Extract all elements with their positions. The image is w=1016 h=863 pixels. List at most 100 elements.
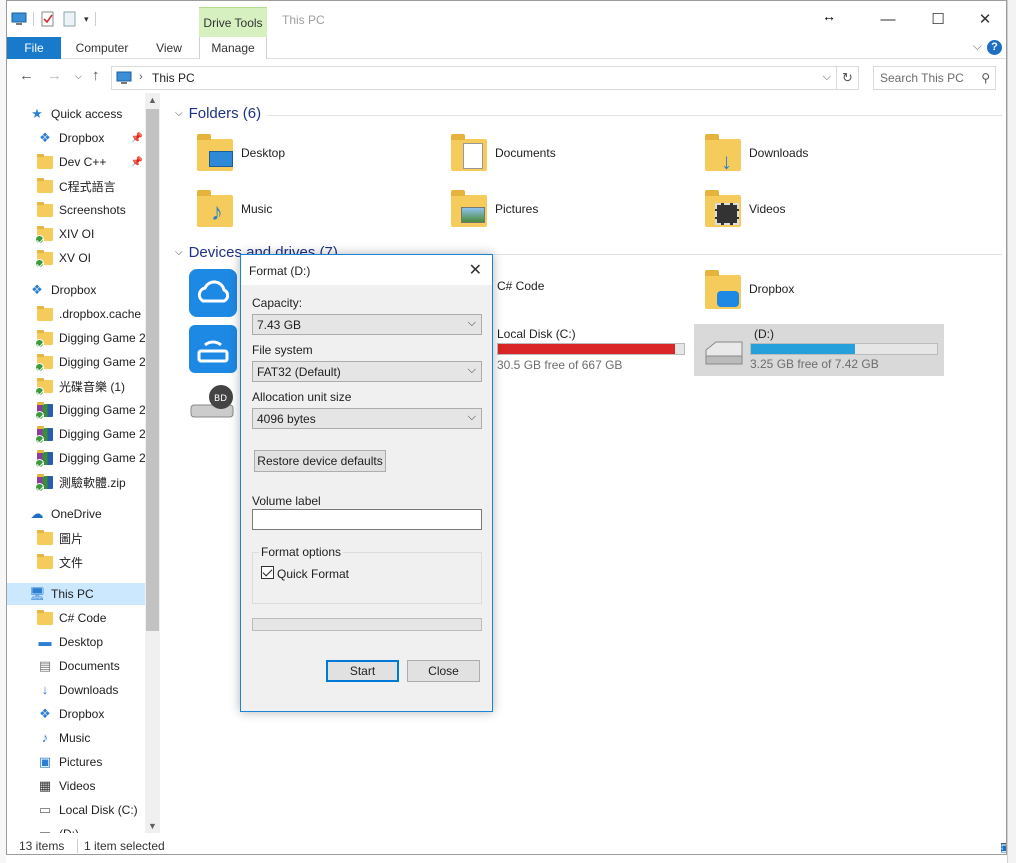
nav-item[interactable]: ▭ (D:) (7, 823, 145, 833)
help-icon[interactable]: ? (987, 40, 1002, 55)
device-tile-dropbox[interactable]: Dropbox (703, 269, 794, 309)
folder-tile-music[interactable]: ♪ Music (195, 189, 272, 229)
nav-item[interactable]: .dropbox.cache (7, 303, 145, 325)
folders-group-header[interactable]: ⌵ Folders (6) (175, 105, 261, 122)
nav-item[interactable]: 🖥 This PC (7, 583, 145, 605)
nav-item[interactable]: 測驗軟體.zip (7, 471, 145, 493)
nav-item[interactable]: 文件 (7, 551, 145, 573)
tab-file[interactable]: File (7, 37, 61, 59)
nav-item[interactable]: Dev C++ 📌 (7, 151, 145, 173)
pictures-icon: ▣ (38, 754, 52, 769)
new-folder-icon[interactable] (62, 11, 78, 27)
nav-item[interactable]: ☁ OneDrive (7, 503, 145, 525)
nav-item[interactable]: Digging Game 2 (7, 351, 145, 373)
dialog-close-icon[interactable]: ✕ (469, 260, 482, 280)
device-tile-router[interactable] (189, 325, 239, 375)
nav-item[interactable]: ▦ Videos (7, 775, 145, 797)
device-tile-cloud[interactable] (189, 269, 239, 319)
computer-icon[interactable] (11, 11, 27, 27)
nav-item[interactable]: XIV OI (7, 223, 145, 245)
capacity-select[interactable]: 7.43 GB ⌵ (252, 314, 482, 335)
drive-tile-d[interactable]: (D:) 3.25 GB free of 7.42 GB (694, 324, 944, 376)
refresh-icon[interactable]: ↻ (836, 67, 858, 89)
collapse-chevron-icon[interactable]: ⌵ (175, 247, 183, 258)
ribbon-tabs: File Computer View Manage ⌵ ? (7, 37, 1006, 59)
status-bar: 13 items 1 item selected ☰ ▣ (7, 837, 1006, 854)
device-label: C# Code (497, 279, 545, 293)
nav-item[interactable]: ↓ Downloads (7, 679, 145, 701)
downloads-folder-icon: ↓ (703, 133, 743, 174)
quick-format-checkbox[interactable] (261, 566, 274, 579)
nav-item[interactable]: ❖ Dropbox 📌 (7, 127, 145, 149)
recent-locations-icon[interactable]: ⌵ (75, 71, 82, 82)
drive-usage-fill (498, 344, 675, 354)
documents-folder-icon (449, 133, 489, 173)
nav-item[interactable]: Digging Game 2 (7, 423, 145, 445)
nav-item[interactable]: ❖ Dropbox (7, 703, 145, 725)
properties-icon[interactable] (40, 11, 56, 27)
breadcrumb-this-pc[interactable]: This PC (152, 71, 195, 85)
nav-scrollbar[interactable]: ▲ ▼ (145, 93, 160, 833)
customize-qat-icon[interactable]: ▾ (84, 14, 89, 25)
file-system-select[interactable]: FAT32 (Default) ⌵ (252, 361, 482, 382)
folder-tile-desktop[interactable]: Desktop (195, 133, 285, 173)
drive-tile-c[interactable]: Local Disk (C:) 30.5 GB free of 667 GB (497, 325, 687, 375)
nav-item[interactable]: C# Code (7, 607, 145, 629)
nav-item[interactable]: C程式語言 (7, 175, 145, 197)
tab-computer[interactable]: Computer (69, 37, 135, 59)
music-icon: ♪ (41, 730, 49, 745)
device-tile-csharp-code[interactable]: C# Code (497, 279, 544, 293)
volume-label-input[interactable] (252, 509, 482, 530)
nav-item[interactable]: ▤ Documents (7, 655, 145, 677)
folder-tile-pictures[interactable]: Pictures (449, 189, 538, 229)
scroll-down-icon[interactable]: ▼ (145, 821, 160, 831)
collapse-chevron-icon[interactable]: ⌵ (175, 108, 183, 119)
nav-item[interactable]: Screenshots (7, 199, 145, 221)
resize-cursor-icon: ↔ (822, 8, 836, 24)
folder-tile-documents[interactable]: Documents (449, 133, 556, 173)
forward-icon[interactable]: → (47, 67, 62, 84)
nav-item[interactable]: ▣ Pictures (7, 751, 145, 773)
tab-view[interactable]: View (145, 37, 193, 59)
allocation-size-select[interactable]: 4096 bytes ⌵ (252, 408, 482, 429)
tab-manage[interactable]: Manage (199, 37, 267, 59)
start-button[interactable]: Start (326, 660, 399, 682)
scroll-thumb[interactable] (146, 109, 159, 631)
nav-item-label: Dropbox (59, 131, 105, 145)
nav-item[interactable]: Digging Game 2 (7, 327, 145, 349)
nav-item[interactable]: 圖片 (7, 527, 145, 549)
format-progress-bar (252, 618, 482, 631)
address-dropdown-icon[interactable]: ⌵ (823, 71, 831, 84)
scroll-up-icon[interactable]: ▲ (145, 95, 160, 105)
maximize-button[interactable]: ☐ (915, 7, 961, 33)
nav-item[interactable]: ▭ Local Disk (C:) (7, 799, 145, 821)
nav-item-label: (D:) (59, 827, 79, 833)
search-input[interactable]: Search This PC ⚲ (873, 66, 996, 90)
breadcrumb-separator-icon[interactable]: › (139, 71, 143, 83)
restore-defaults-button[interactable]: Restore device defaults (254, 450, 386, 472)
up-icon[interactable]: ↑ (92, 67, 100, 84)
minimize-button[interactable]: — (865, 7, 911, 33)
explorer-window: ▾ Drive Tools This PC ↔ — ☐ ✕ File Compu… (6, 0, 1007, 855)
nav-item[interactable]: ▬ Desktop (7, 631, 145, 653)
nav-item[interactable]: Digging Game 2 (7, 399, 145, 421)
nav-item[interactable]: Digging Game 2 (7, 447, 145, 469)
folder-tile-downloads[interactable]: ↓ Downloads (703, 133, 808, 174)
nav-item[interactable]: ♪ Music (7, 727, 145, 749)
close-button[interactable]: Close (407, 660, 480, 682)
nav-item-label: Music (59, 731, 91, 745)
close-window-button[interactable]: ✕ (962, 7, 1006, 33)
status-divider (77, 839, 78, 853)
large-icons-view-icon[interactable]: ▣ (1000, 841, 1006, 854)
nav-item[interactable]: 光碟音樂 (1) (7, 375, 145, 397)
nav-item[interactable]: ★ Quick access (7, 103, 145, 125)
nav-item[interactable]: ❖ Dropbox (7, 279, 145, 301)
address-bar[interactable]: › This PC ⌵ ↻ (111, 66, 859, 90)
back-icon[interactable]: ← (19, 67, 34, 84)
nav-item[interactable]: XV OI (7, 247, 145, 269)
device-tile-bd-drive[interactable]: BD (189, 383, 239, 427)
folder-tile-videos[interactable]: Videos (703, 189, 785, 229)
expand-ribbon-icon[interactable]: ⌵ (973, 39, 982, 54)
nav-item-label: Documents (59, 659, 120, 673)
quick-format-label[interactable]: Quick Format (277, 567, 349, 581)
